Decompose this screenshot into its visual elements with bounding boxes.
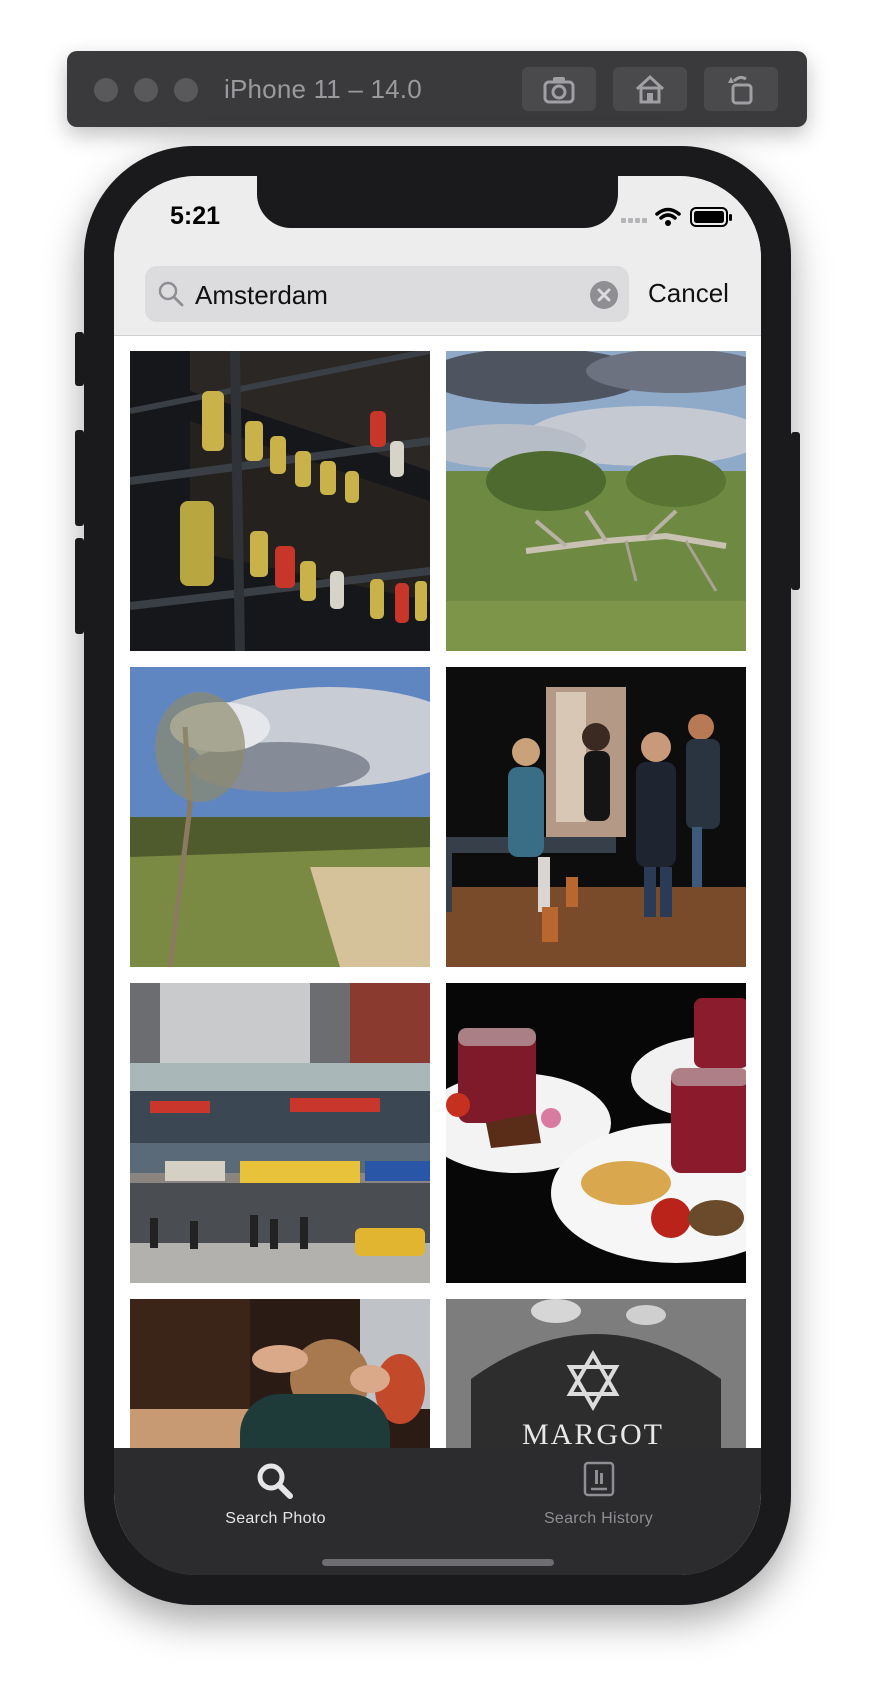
tab-label: Search History	[543, 1510, 654, 1527]
status-time: 5:21	[170, 202, 221, 230]
photo-cell[interactable]	[130, 667, 430, 967]
rotate-button[interactable]	[704, 67, 778, 111]
simulator-title: iPhone 11 – 14.0	[224, 74, 422, 104]
cancel-button[interactable]: Cancel	[648, 278, 729, 309]
tab-label: Search Photo	[225, 1510, 326, 1527]
photo-cell[interactable]	[446, 351, 746, 651]
book-icon	[583, 1461, 615, 1497]
home-icon	[635, 74, 665, 104]
search-icon	[158, 281, 184, 307]
search-query: Amsterdam	[195, 280, 328, 310]
status-icons	[621, 206, 733, 228]
screen: 5:21 Amsterdam Cancel MARGOT Search Phot…	[114, 176, 761, 1575]
bottles-shelf-photo	[130, 351, 430, 651]
clear-icon	[597, 288, 611, 302]
notch	[257, 176, 618, 228]
drinks-and-plates-photo	[446, 983, 746, 1283]
rotate-icon	[728, 75, 753, 105]
screenshot-button[interactable]	[522, 67, 596, 111]
photo-cell[interactable]	[130, 983, 430, 1283]
search-icon	[257, 1463, 293, 1499]
tab-bar: Search Photo Search History	[114, 1448, 761, 1575]
zoom-window-button[interactable]	[174, 78, 198, 102]
dunes-landscape-photo	[130, 667, 430, 967]
photo-cell[interactable]	[446, 667, 746, 967]
close-window-button[interactable]	[94, 78, 118, 102]
fallen-tree-landscape-photo	[446, 351, 746, 651]
mute-switch	[75, 332, 84, 386]
home-button[interactable]	[613, 67, 687, 111]
photo-cell[interactable]	[446, 983, 746, 1283]
phone-frame: 5:21 Amsterdam Cancel MARGOT Search Phot…	[75, 146, 800, 1605]
photo-cell[interactable]	[130, 351, 430, 651]
people-standing-room-photo	[446, 667, 746, 967]
volume-down-button	[75, 538, 84, 634]
home-indicator	[322, 1559, 554, 1566]
camera-icon	[543, 77, 575, 104]
cellular-icon	[621, 218, 647, 223]
battery-icon	[690, 207, 732, 227]
tab-search-history[interactable]: Search History	[437, 1448, 760, 1538]
volume-up-button	[75, 430, 84, 526]
wifi-icon	[655, 207, 681, 226]
gravestone-inscription: MARGOT	[522, 1418, 664, 1451]
power-button	[791, 432, 800, 590]
clear-search-button[interactable]	[590, 281, 618, 309]
search-input[interactable]: Amsterdam	[145, 266, 629, 322]
photo-grid: MARGOT	[114, 336, 761, 1575]
street-storefront-photo	[130, 983, 430, 1283]
tab-search-photo[interactable]: Search Photo	[114, 1448, 437, 1538]
simulator-title-bar: iPhone 11 – 14.0	[67, 51, 807, 127]
minimize-window-button[interactable]	[134, 78, 158, 102]
